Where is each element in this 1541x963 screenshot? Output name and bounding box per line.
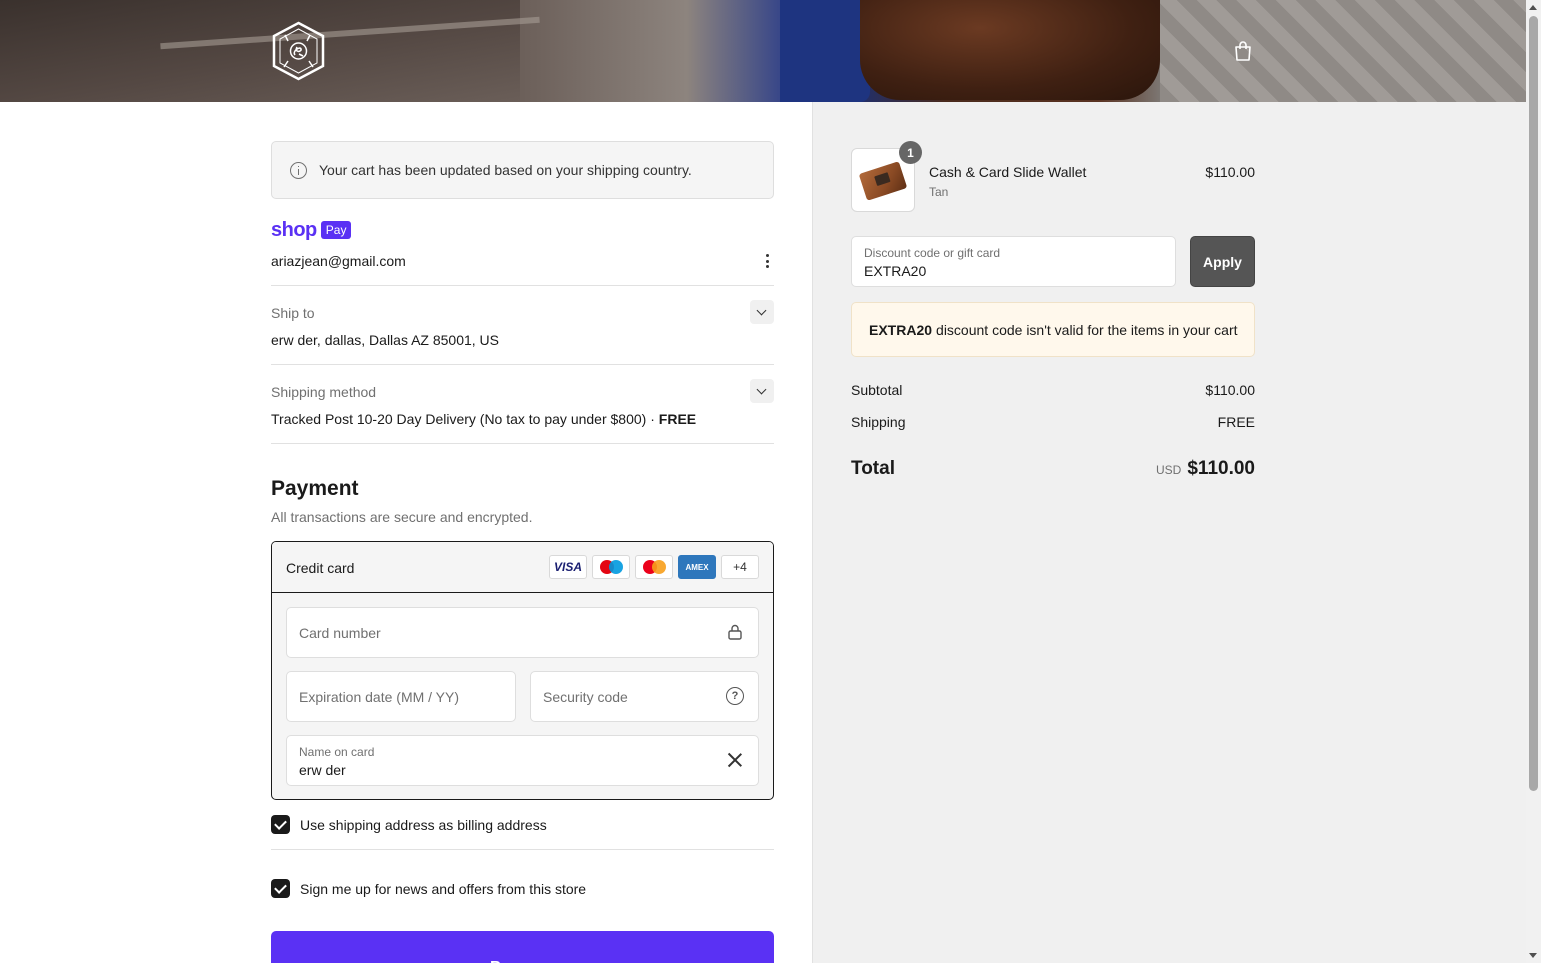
wallet-image: [858, 161, 908, 201]
lock-icon: [728, 624, 742, 640]
help-question-icon[interactable]: ?: [726, 687, 744, 705]
product-variant: Tan: [929, 185, 949, 199]
page-scrollbar[interactable]: [1526, 0, 1541, 963]
divider: [271, 849, 774, 850]
total-label: Total: [851, 458, 895, 479]
ship-to-chevron-down-icon[interactable]: [750, 300, 774, 324]
discount-error-text: discount code isn't valid for the items …: [936, 321, 1238, 338]
total-value: USD $110.00: [1080, 458, 1255, 480]
expiration-placeholder: Expiration date (MM / YY): [299, 689, 460, 705]
order-summary-panel: [812, 102, 1526, 963]
total-amount: $110.00: [1187, 458, 1255, 479]
scroll-down-arrow-icon[interactable]: [1529, 953, 1537, 958]
divider: [271, 364, 774, 365]
quantity-badge: 1: [899, 141, 922, 164]
maestro-icon: [592, 555, 630, 579]
shipping-method-chevron-down-icon[interactable]: [750, 379, 774, 403]
shipping-method-price: FREE: [658, 411, 697, 427]
cart-updated-notice: Your cart has been updated based on your…: [271, 141, 774, 199]
divider: [271, 285, 774, 286]
shipping-method-label: Shipping method: [271, 384, 377, 400]
header-banner: [0, 0, 1526, 102]
security-code-field[interactable]: Security code ?: [530, 671, 759, 722]
discount-label: Discount code or gift card: [864, 246, 1001, 260]
more-brands-badge: +4: [721, 555, 759, 579]
billing-address-checkbox[interactable]: [271, 815, 290, 834]
banner-bag: [860, 0, 1160, 100]
scrollbar-thumb[interactable]: [1529, 16, 1538, 791]
billing-address-label: Use shipping address as billing address: [300, 816, 547, 833]
security-code-placeholder: Security code: [543, 689, 628, 705]
product-price: $110.00: [1205, 164, 1255, 180]
ship-to-label: Ship to: [271, 305, 315, 321]
newsletter-checkbox-row[interactable]: Sign me up for news and offers from this…: [271, 879, 586, 898]
credit-card-option[interactable]: Credit card VISA AMEX +4: [272, 542, 773, 593]
scroll-up-arrow-icon[interactable]: [1529, 5, 1537, 10]
payment-subtitle: All transactions are secure and encrypte…: [271, 509, 533, 525]
name-on-card-value: erw der: [299, 762, 346, 778]
store-logo-icon[interactable]: [270, 21, 327, 81]
discount-error-code: EXTRA20: [869, 321, 933, 338]
notice-text: Your cart has been updated based on your…: [319, 162, 692, 178]
newsletter-label: Sign me up for news and offers from this…: [300, 880, 587, 897]
shop-pay-brand: shop: [271, 218, 317, 241]
visa-icon: VISA: [549, 555, 587, 579]
banner-jeans: [780, 0, 870, 102]
credit-card-panel: Credit card VISA AMEX +4 Card number Exp…: [271, 541, 774, 800]
shipping-value: FREE: [1217, 414, 1255, 430]
shipping-label: Shipping: [851, 414, 906, 430]
apply-discount-button[interactable]: Apply: [1190, 236, 1255, 287]
clear-close-icon[interactable]: [726, 751, 744, 769]
mastercard-icon: [635, 555, 673, 579]
banner-floor: [1160, 0, 1526, 102]
divider: [271, 443, 774, 444]
payment-title: Payment: [271, 477, 359, 500]
amex-icon: AMEX: [678, 555, 716, 579]
card-number-placeholder: Card number: [299, 625, 381, 641]
shop-pay-logo: shop Pay: [271, 218, 352, 242]
ship-to-value: erw der, dallas, Dallas AZ 85001, US: [271, 332, 500, 348]
newsletter-checkbox[interactable]: [271, 879, 290, 898]
info-icon: [290, 161, 307, 179]
name-on-card-label: Name on card: [299, 745, 375, 759]
product-name: Cash & Card Slide Wallet: [929, 164, 1087, 180]
shipping-method-text: Tracked Post 10-20 Day Delivery (No tax …: [271, 411, 659, 427]
discount-value: EXTRA20: [864, 263, 927, 279]
shipping-method-value: Tracked Post 10-20 Day Delivery (No tax …: [271, 411, 696, 427]
discount-code-input[interactable]: Discount code or gift card EXTRA20: [851, 236, 1176, 287]
shop-pay-badge: Pay: [320, 221, 352, 239]
card-number-field[interactable]: Card number: [286, 607, 759, 658]
subtotal-label: Subtotal: [851, 382, 903, 398]
name-on-card-field[interactable]: Name on card erw der: [286, 735, 759, 786]
account-menu-icon[interactable]: [760, 253, 774, 269]
pay-now-button[interactable]: Pay now: [271, 931, 774, 963]
subtotal-value: $110.00: [1205, 382, 1255, 398]
banner-wall: [0, 0, 520, 102]
card-brands: VISA AMEX +4: [549, 555, 759, 579]
expiration-date-field[interactable]: Expiration date (MM / YY): [286, 671, 516, 722]
discount-error-message: EXTRA20 discount code isn't valid for th…: [851, 302, 1255, 357]
total-currency: USD: [1156, 463, 1182, 477]
account-email: ariazjean@gmail.com: [271, 253, 406, 269]
credit-card-label: Credit card: [286, 560, 355, 576]
billing-address-checkbox-row[interactable]: Use shipping address as billing address: [271, 815, 547, 834]
cart-bag-icon[interactable]: [1231, 39, 1255, 63]
